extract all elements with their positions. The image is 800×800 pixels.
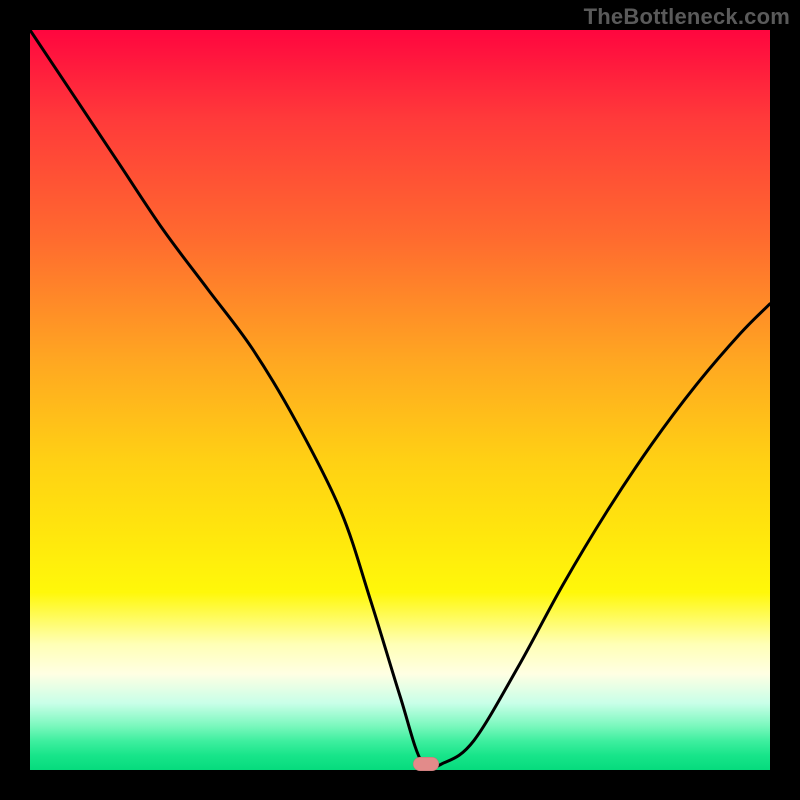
- chart-frame: TheBottleneck.com: [0, 0, 800, 800]
- bottleneck-curve: [30, 30, 770, 770]
- plot-area: [30, 30, 770, 770]
- optimal-marker: [413, 757, 439, 771]
- watermark-text: TheBottleneck.com: [584, 4, 790, 30]
